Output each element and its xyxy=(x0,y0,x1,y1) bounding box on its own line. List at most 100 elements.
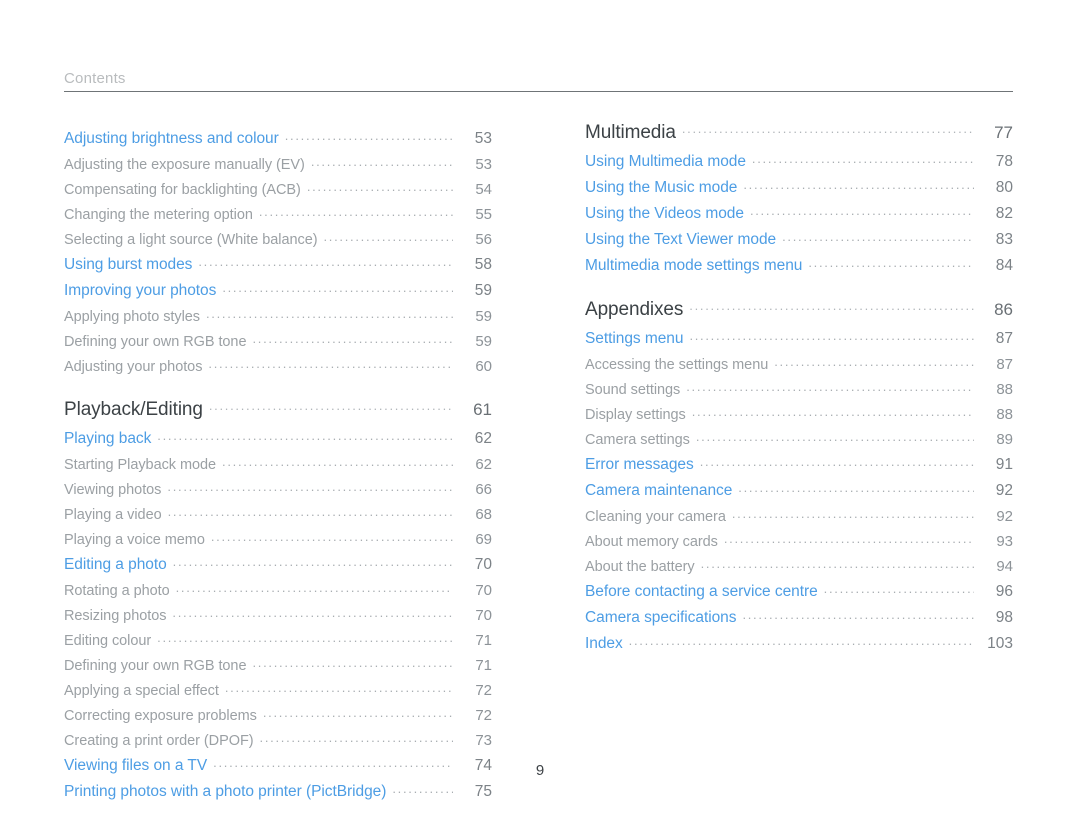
toc-entry[interactable]: Multimedia mode settings menu 84 xyxy=(585,254,1013,275)
toc-entry[interactable]: Settings menu 87 xyxy=(585,327,1013,348)
toc-entry-page-number: 60 xyxy=(475,358,492,375)
toc-entry[interactable]: Cleaning your camera 92 xyxy=(585,505,1013,525)
toc-entry-label: Compensating for backlighting (ACB) xyxy=(64,182,301,198)
dot-leader xyxy=(252,654,453,670)
dot-leader xyxy=(743,176,974,192)
toc-entry[interactable]: Editing a photo 70 xyxy=(64,553,492,574)
page-footer: 9 xyxy=(0,762,1080,780)
toc-entry[interactable]: Defining your own RGB tone 59 xyxy=(64,330,492,350)
dot-leader xyxy=(689,299,974,315)
toc-entry[interactable]: Selecting a light source (White balance)… xyxy=(64,228,492,248)
dot-leader xyxy=(211,528,453,544)
toc-column-right: Multimedia77 Using Multimedia mode78 Using… xyxy=(585,122,1013,653)
toc-entry-label: Camera specifications xyxy=(585,609,737,626)
toc-entry[interactable]: Improving your photos 59 xyxy=(64,279,492,300)
toc-entry[interactable]: Viewing photos 66 xyxy=(64,478,492,498)
dot-leader xyxy=(629,632,974,648)
dot-leader xyxy=(157,427,453,443)
toc-entry[interactable]: Playing a voice memo 69 xyxy=(64,528,492,548)
dot-leader xyxy=(682,122,974,138)
toc-entry[interactable]: Starting Playback mode 62 xyxy=(64,453,492,473)
toc-entry-page-number: 72 xyxy=(475,707,492,724)
dot-leader xyxy=(696,428,974,444)
toc-entry-label: Multimedia mode settings menu xyxy=(585,257,803,274)
toc-entry[interactable]: Playing a video 68 xyxy=(64,503,492,523)
toc-entry-page-number: 91 xyxy=(995,456,1013,473)
toc-entry[interactable]: Camera settings 89 xyxy=(585,428,1013,448)
toc-entry-label: Using burst modes xyxy=(64,256,193,273)
toc-entry[interactable]: Using Multimedia mode 78 xyxy=(585,150,1013,171)
toc-section-heading[interactable]: Appendixes 86 xyxy=(585,299,1013,322)
toc-entry[interactable]: Changing the metering option 55 xyxy=(64,203,492,223)
toc-entry[interactable]: Creating a print order (DPOF) 73 xyxy=(64,729,492,749)
toc-entry-page-number: 87 xyxy=(996,356,1013,373)
toc-entry[interactable]: Camera specifications 98 xyxy=(585,606,1013,627)
toc-entry[interactable]: Resizing photos 70 xyxy=(64,604,492,624)
dot-leader xyxy=(742,606,974,622)
dot-leader xyxy=(808,254,974,270)
toc-entry[interactable]: About the battery 94 xyxy=(585,555,1013,575)
toc-entry-page-number: 70 xyxy=(475,582,492,599)
toc-entry-page-number: 103 xyxy=(987,635,1013,652)
toc-entry[interactable]: Error messages 91 xyxy=(585,453,1013,474)
toc-entry[interactable]: Adjusting your photos 60 xyxy=(64,355,492,375)
toc-entry-label: Cleaning your camera xyxy=(585,509,726,525)
toc-entry-page-number: 66 xyxy=(475,481,492,498)
toc-entry[interactable]: Using the Text Viewer mode 83 xyxy=(585,228,1013,249)
toc-entry-page-number: 71 xyxy=(475,657,492,674)
toc-entry[interactable]: Display settings 88 xyxy=(585,403,1013,423)
toc-entry-page-number: 62 xyxy=(475,456,492,473)
toc-entry[interactable]: Compensating for backlighting (ACB) 54 xyxy=(64,178,492,198)
toc-entry[interactable]: Accessing the settings menu 87 xyxy=(585,353,1013,373)
toc-entry[interactable]: Playing back 62 xyxy=(64,427,492,448)
toc-entry[interactable]: Applying a special effect 72 xyxy=(64,679,492,699)
toc-entry-label: Accessing the settings menu xyxy=(585,357,769,373)
toc-entry-label: Defining your own RGB tone xyxy=(64,334,247,350)
toc-entry[interactable]: Before contacting a service centre 96 xyxy=(585,580,1013,601)
toc-entry[interactable]: Using burst modes 58 xyxy=(64,253,492,274)
toc-entry-label: Using the Videos mode xyxy=(585,205,744,222)
toc-entry[interactable]: Using the Videos mode 82 xyxy=(585,202,1013,223)
toc-entry-page-number: 59 xyxy=(474,282,492,299)
toc-entry-page-number: 61 xyxy=(473,400,492,419)
toc-entry[interactable]: Editing colour 71 xyxy=(64,629,492,649)
toc-entry-page-number: 88 xyxy=(996,406,1013,423)
toc-entry[interactable]: Index 103 xyxy=(585,632,1013,653)
toc-entry[interactable]: Camera maintenance 92 xyxy=(585,479,1013,500)
toc-entry-page-number: 78 xyxy=(995,153,1013,170)
toc-entry[interactable]: Using the Music mode 80 xyxy=(585,176,1013,197)
toc-entry-label: Index xyxy=(585,635,623,652)
toc-entry[interactable]: About memory cards 93 xyxy=(585,530,1013,550)
toc-entry-page-number: 82 xyxy=(995,205,1013,222)
toc-entry-label: Applying photo styles xyxy=(64,309,200,325)
toc-entry[interactable]: Printing photos with a photo printer (Pi… xyxy=(64,780,492,801)
toc-entry[interactable]: Sound settings 88 xyxy=(585,378,1013,398)
toc-entry-page-number: 68 xyxy=(475,506,492,523)
toc-entry-page-number: 89 xyxy=(996,431,1013,448)
toc-section-heading[interactable]: Playback/Editing 61 xyxy=(64,399,492,422)
toc-entry-page-number: 77 xyxy=(994,123,1013,142)
toc-entry-label: Adjusting brightness and colour xyxy=(64,130,279,147)
toc-entry[interactable]: Rotating a photo 70 xyxy=(64,579,492,599)
dot-leader xyxy=(176,579,453,595)
toc-entry[interactable]: Adjusting brightness and colour 53 xyxy=(64,127,492,148)
dot-leader xyxy=(689,327,974,343)
toc-entry-page-number: 72 xyxy=(475,682,492,699)
toc-entry-page-number: 92 xyxy=(995,482,1013,499)
toc-entry[interactable]: Defining your own RGB tone 71 xyxy=(64,654,492,674)
toc-entry[interactable]: Correcting exposure problems 72 xyxy=(64,704,492,724)
dot-leader xyxy=(173,553,453,569)
toc-entry-page-number: 53 xyxy=(475,156,492,173)
toc-entry[interactable]: Adjusting the exposure manually (EV) 53 xyxy=(64,153,492,173)
dot-leader xyxy=(157,629,453,645)
contents-header: Contents xyxy=(64,70,1013,92)
dot-leader xyxy=(692,403,974,419)
toc-entry-label: Using the Music mode xyxy=(585,179,738,196)
dot-leader xyxy=(324,228,454,244)
toc-section-heading[interactable]: Multimedia 77 xyxy=(585,122,1013,145)
toc-entry-page-number: 80 xyxy=(995,179,1013,196)
toc-entry[interactable]: Applying photo styles 59 xyxy=(64,305,492,325)
dot-leader xyxy=(307,178,453,194)
toc-entry-label: Appendixes xyxy=(585,299,684,320)
dot-leader xyxy=(225,679,453,695)
